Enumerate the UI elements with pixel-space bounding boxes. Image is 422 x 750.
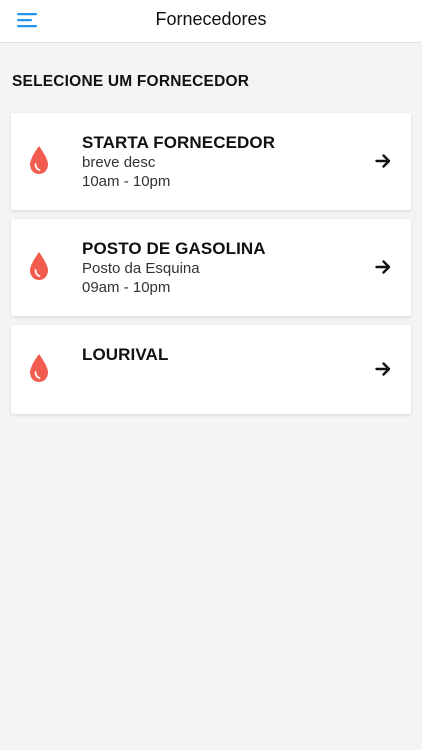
supplier-name: LOURIVAL	[82, 345, 169, 364]
supplier-name: STARTA FORNECEDOR	[82, 133, 276, 152]
supplier-description: Posto da Esquina	[82, 260, 200, 277]
section-title: SELECIONE UM FORNECEDOR	[12, 73, 250, 90]
supplier-card[interactable]: LOURIVAL	[11, 325, 411, 414]
supplier-card[interactable]: POSTO DE GASOLINA Posto da Esquina 09am …	[11, 219, 411, 316]
supplier-description: breve desc	[82, 154, 156, 171]
arrow-right-icon[interactable]	[375, 361, 391, 377]
supplier-hours: 09am - 10pm	[82, 279, 171, 296]
supplier-list: STARTA FORNECEDOR breve desc 10am - 10pm…	[11, 113, 411, 423]
page-title: Fornecedores	[155, 9, 267, 29]
supplier-hours: 10am - 10pm	[82, 173, 171, 190]
arrow-right-icon[interactable]	[375, 153, 391, 169]
app-header: Fornecedores	[0, 0, 422, 43]
supplier-name: POSTO DE GASOLINA	[82, 239, 266, 258]
drop-icon	[30, 354, 48, 382]
supplier-card[interactable]: STARTA FORNECEDOR breve desc 10am - 10pm	[11, 113, 411, 210]
drop-icon	[30, 252, 48, 280]
drop-icon	[30, 146, 48, 174]
arrow-right-icon[interactable]	[375, 259, 391, 275]
